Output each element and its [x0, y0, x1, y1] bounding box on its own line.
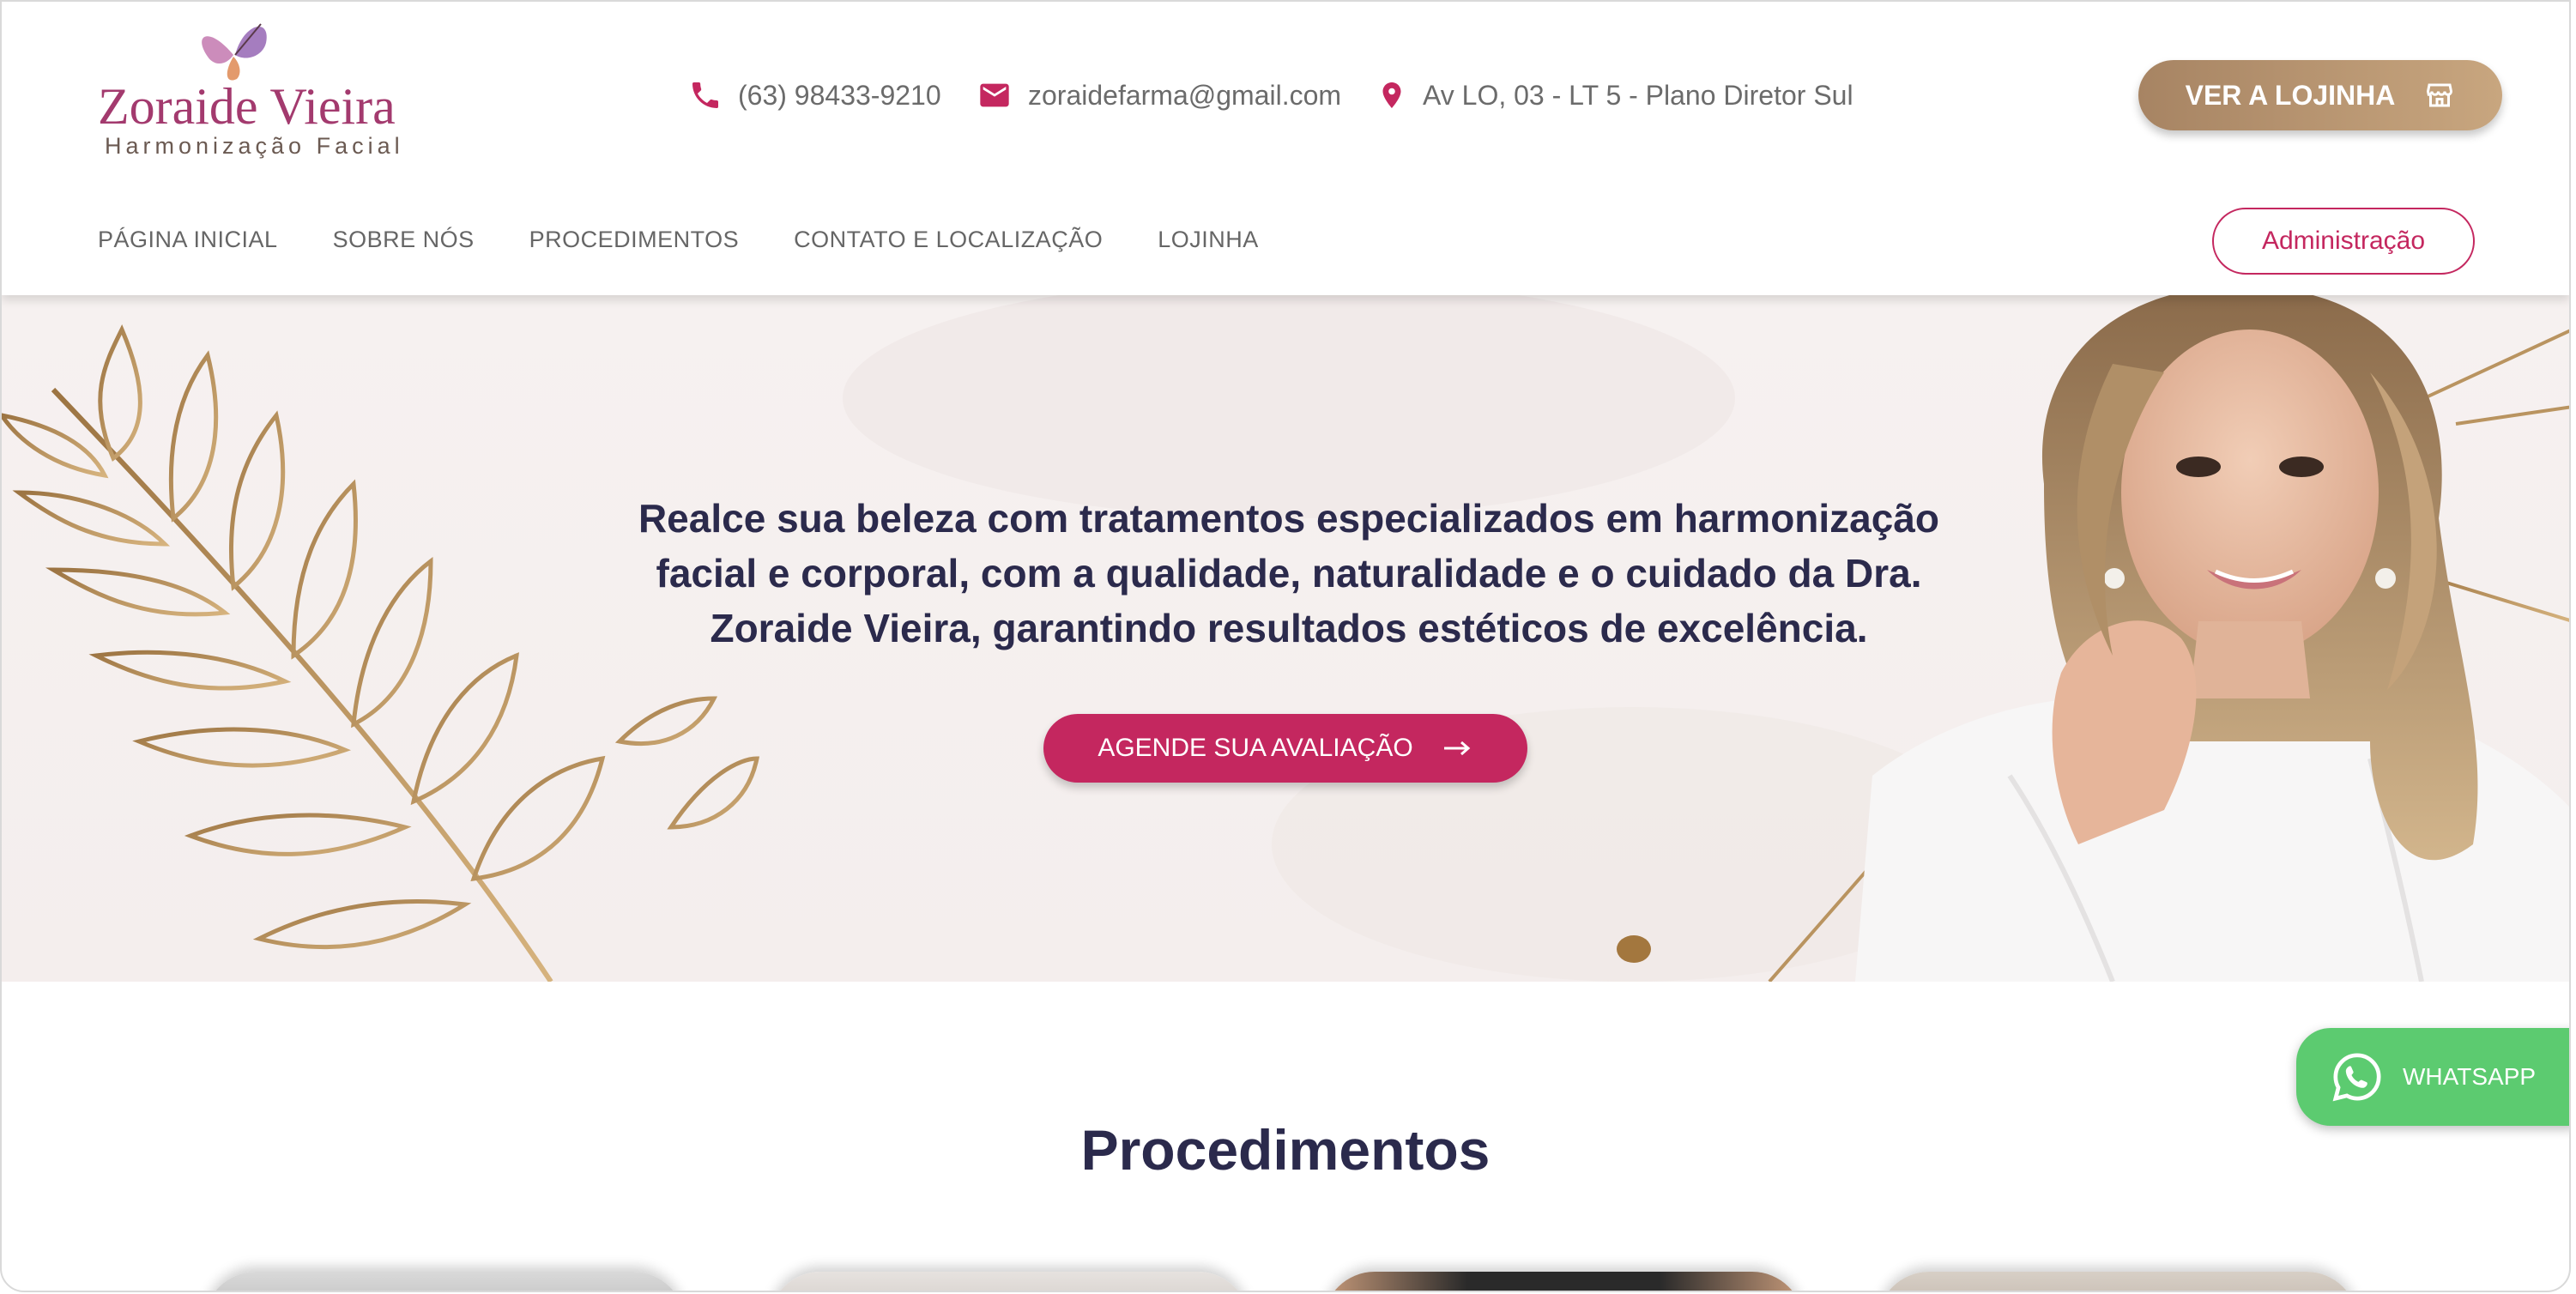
- mail-icon: [980, 83, 1009, 107]
- whatsapp-button[interactable]: WHATSAPP: [2296, 1028, 2569, 1126]
- section-title-procedures: Procedimentos: [1080, 1118, 1491, 1182]
- nav-item-contact[interactable]: CONTATO E LOCALIZAÇÃO: [794, 227, 1103, 253]
- phone-text: (63) 98433-9210: [738, 79, 941, 111]
- procedure-card[interactable]: [1323, 1272, 1804, 1291]
- main-nav: PÁGINA INICIAL SOBRE NÓS PROCEDIMENTOS C…: [98, 227, 1259, 253]
- logo[interactable]: Zoraide Vieira Harmonização Facial: [98, 17, 400, 163]
- email-contact[interactable]: zoraidefarma@gmail.com: [977, 74, 1341, 117]
- hero-headline: Realce sua beleza com tratamentos especi…: [638, 496, 1940, 650]
- site-header: Zoraide Vieira Harmonização Facial (63) …: [2, 2, 2569, 295]
- store-button[interactable]: VER A LOJINHA: [2138, 60, 2502, 130]
- nav-item-store[interactable]: LOJINHA: [1158, 227, 1259, 253]
- brand-tagline: Harmonização Facial: [105, 133, 404, 159]
- procedure-card[interactable]: [1878, 1272, 2358, 1291]
- page: Zoraide Vieira Harmonização Facial (63) …: [0, 0, 2571, 1292]
- doctor-portrait: [1855, 295, 2569, 982]
- location-pin-icon: [1382, 82, 1401, 108]
- procedure-cards: [2, 1272, 2569, 1291]
- brand-name: Zoraide Vieira: [98, 78, 396, 135]
- schedule-evaluation-button[interactable]: AGENDE SUA AVALIAÇÃO: [1043, 714, 1527, 783]
- procedure-card[interactable]: [769, 1272, 1249, 1291]
- address-text: Av LO, 03 - LT 5 - Plano Diretor Sul: [1423, 79, 1853, 111]
- email-text: zoraidefarma@gmail.com: [1028, 79, 1342, 111]
- nav-item-about[interactable]: SOBRE NÓS: [333, 227, 475, 253]
- schedule-evaluation-label: AGENDE SUA AVALIAÇÃO: [1098, 734, 1413, 762]
- butterfly-logo-icon: [202, 23, 267, 81]
- admin-button[interactable]: Administração: [2212, 208, 2475, 275]
- admin-button-label: Administração: [2261, 227, 2426, 255]
- address-contact[interactable]: Av LO, 03 - LT 5 - Plano Diretor Sul: [1376, 74, 1853, 117]
- phone-icon: [692, 82, 718, 108]
- nav-item-home[interactable]: PÁGINA INICIAL: [98, 227, 278, 253]
- store-button-label: VER A LOJINHA: [2185, 79, 2396, 111]
- nav-item-procedures[interactable]: PROCEDIMENTOS: [529, 227, 740, 253]
- store-icon: [2427, 83, 2453, 107]
- arrow-right-icon: [1443, 741, 1470, 756]
- whatsapp-label: WHATSAPP: [2403, 1063, 2537, 1090]
- phone-contact[interactable]: (63) 98433-9210: [688, 74, 941, 117]
- hero-banner: Realce sua beleza com tratamentos especi…: [2, 295, 2569, 982]
- procedure-card[interactable]: [204, 1272, 685, 1291]
- whatsapp-icon: [2332, 1053, 2381, 1102]
